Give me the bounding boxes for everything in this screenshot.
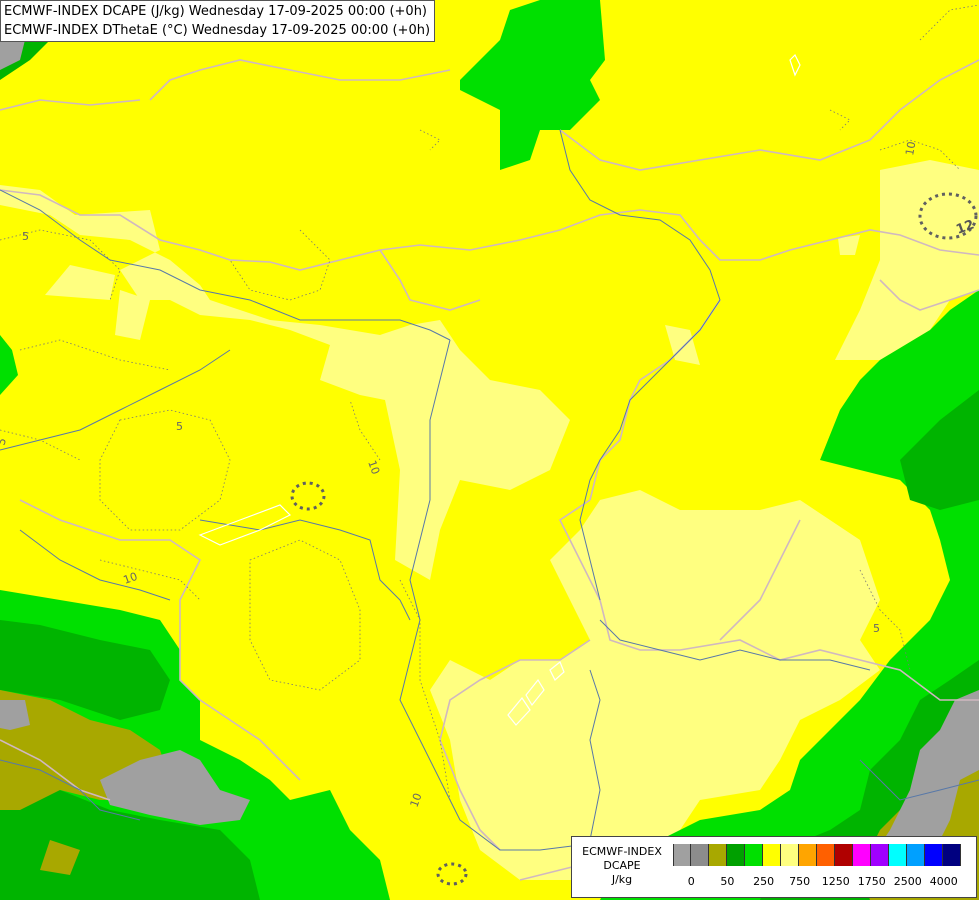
title-dcape: ECMWF-INDEX DCAPE (J/kg) Wednesday 17-09… bbox=[4, 4, 428, 19]
legend-swatch bbox=[889, 844, 907, 866]
legend-tick-label: 4000 bbox=[929, 875, 958, 888]
legend-swatch bbox=[835, 844, 853, 866]
legend-swatch bbox=[925, 844, 943, 866]
title-dthetae: ECMWF-INDEX DThetaE (°C) Wednesday 17-09… bbox=[4, 23, 431, 38]
contour-label: 10 bbox=[903, 140, 918, 156]
legend-swatch bbox=[817, 844, 835, 866]
map-canvas[interactable]: 10 12 5 5 5 10 10 5 10 bbox=[0, 0, 979, 900]
legend-swatches bbox=[673, 844, 961, 866]
legend-tick-label: 1250 bbox=[821, 875, 850, 888]
legend-swatch bbox=[871, 844, 889, 866]
legend-tick-label: 750 bbox=[789, 875, 811, 888]
legend-swatch bbox=[907, 844, 925, 866]
legend-tick-label: 2500 bbox=[893, 875, 922, 888]
legend-tick-label: 250 bbox=[753, 875, 775, 888]
legend-swatch bbox=[943, 844, 961, 866]
legend-swatch bbox=[853, 844, 871, 866]
legend-tick-label: 50 bbox=[720, 875, 735, 888]
map-view[interactable]: 10 12 5 5 5 10 10 5 10 ECMWF-INDEX DCAPE… bbox=[0, 0, 979, 900]
legend-line-3: J/kg bbox=[611, 873, 633, 886]
legend-line-2: DCAPE bbox=[603, 859, 641, 872]
legend-line-1: ECMWF-INDEX bbox=[582, 845, 662, 858]
color-legend: ECMWF-INDEX DCAPE J/kg 0 50 250 750 1250 1750… bbox=[571, 836, 977, 898]
legend-caption: ECMWF-INDEX DCAPE J/kg bbox=[576, 845, 668, 887]
legend-swatch bbox=[763, 844, 781, 866]
legend-swatch bbox=[727, 844, 745, 866]
legend-ticks: 0 50 250 750 1250 1750 2500 4000 bbox=[673, 875, 973, 889]
legend-tick-label: 1750 bbox=[857, 875, 886, 888]
contour-label: 5 bbox=[873, 622, 880, 635]
legend-swatch bbox=[691, 844, 709, 866]
legend-swatch bbox=[781, 844, 799, 866]
map-title-box: ECMWF-INDEX DCAPE (J/kg) Wednesday 17-09… bbox=[0, 0, 436, 42]
legend-swatch bbox=[673, 844, 691, 866]
contour-label: 5 bbox=[22, 230, 29, 243]
legend-swatch bbox=[709, 844, 727, 866]
legend-swatch bbox=[799, 844, 817, 866]
legend-swatch bbox=[745, 844, 763, 866]
contour-label: 5 bbox=[176, 420, 183, 433]
legend-tick-label: 0 bbox=[687, 875, 695, 888]
